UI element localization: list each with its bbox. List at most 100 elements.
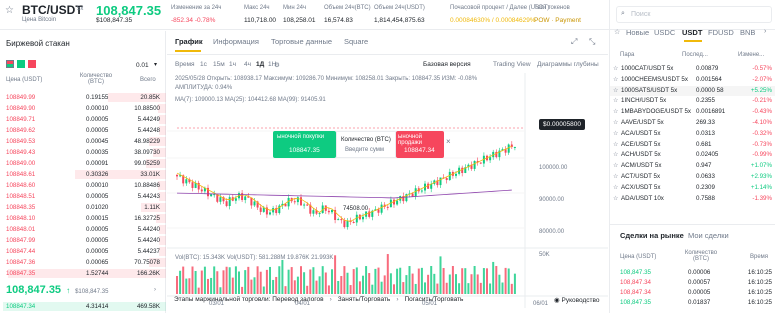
symbol-title[interactable]: BTC/USDT: [22, 3, 83, 17]
indicator-icon[interactable]: ⚙: [274, 61, 280, 69]
ask-row[interactable]: 108847.35 1.52744 166.26K: [0, 268, 166, 279]
fullscreen-icon[interactable]: ⤢: [571, 37, 577, 47]
ask-row[interactable]: 108849.99 0.19155 20.85K: [0, 92, 166, 103]
ask-row[interactable]: 108849.62 0.00005 5.44248: [0, 125, 166, 136]
interval-2[interactable]: 15м: [213, 61, 225, 68]
quick-qty-field[interactable]: Количество (BTC) Введите сумм: [336, 131, 396, 158]
market-tab-bnb[interactable]: BNB: [740, 28, 755, 37]
quick-buy-button[interactable]: ыночной покупки 108847.35: [273, 131, 336, 158]
market-row[interactable]: ☆ ACE/USDT 5x 0.681 -0.73%: [610, 140, 775, 151]
market-tab-новые[interactable]: Новые: [626, 28, 649, 37]
view-tab-2[interactable]: Диаграммы глубины: [537, 61, 599, 68]
ask-row[interactable]: 108847.99 0.00005 5.44240: [0, 235, 166, 246]
ask-row[interactable]: 108848.51 0.00005 5.44243: [0, 191, 166, 202]
markets-col-pair[interactable]: Пара: [620, 52, 634, 58]
tab-square[interactable]: Square: [344, 37, 368, 46]
margin-step-repay[interactable]: Погасить/Торговать: [404, 296, 463, 303]
book-both-icon[interactable]: [6, 60, 14, 68]
ask-price: 108849.00: [6, 160, 36, 167]
star-filter-icon[interactable]: ☆: [614, 28, 620, 36]
chevron-right-icon[interactable]: ›: [764, 28, 766, 35]
bid-row[interactable]: 108847.34 4.31414 469.58K: [0, 301, 166, 312]
guide-link[interactable]: ◉ Руководство: [554, 296, 599, 304]
quick-sell-button[interactable]: ыночной продажи 108847.34: [396, 131, 444, 158]
volume-bar: [238, 271, 240, 294]
interval-1[interactable]: 1с: [200, 61, 207, 68]
ask-row[interactable]: 108849.71 0.00005 5.44249: [0, 114, 166, 125]
market-row[interactable]: ☆ AAVE/USDT 5x 269.33 -4.10%: [610, 118, 775, 129]
symbol-subtitle[interactable]: Цена Bitcoin: [22, 17, 56, 23]
market-row[interactable]: ☆ 1000SATS/USDT 5x 0.0000 58 +5.25%: [610, 85, 775, 97]
candle-body: [414, 188, 417, 197]
pair-search-input[interactable]: ⌕ Поиск: [616, 6, 772, 23]
favorite-star-icon[interactable]: ☆: [613, 195, 618, 202]
interval-0[interactable]: Время: [175, 61, 195, 68]
favorite-star-icon[interactable]: ☆: [613, 119, 618, 126]
view-tab-1[interactable]: Trading View: [493, 61, 531, 68]
market-row[interactable]: ☆ ACA/USDT 5x 0.0313 -0.32%: [610, 129, 775, 140]
favorite-star-icon[interactable]: ☆: [613, 130, 618, 137]
favorite-star-icon[interactable]: ☆: [613, 184, 618, 191]
market-price: 0.2355: [696, 97, 715, 105]
candlestick-chart[interactable]: 100000.0090000.0080000.0050K03/01 04/01 05…: [167, 73, 608, 308]
book-bids-icon[interactable]: [17, 60, 25, 68]
interval-4[interactable]: 4ч: [244, 61, 251, 68]
market-row[interactable]: ☆ 1000CAT/USDT 5x 0.00879 -0.57%: [610, 64, 775, 75]
tab-market-trades[interactable]: Сделки на рынке: [620, 231, 684, 240]
ask-row[interactable]: 108847.36 0.00065 70.75078: [0, 257, 166, 268]
market-tab-usdc[interactable]: USDC: [654, 28, 675, 37]
favorite-star-icon[interactable]: ☆: [613, 97, 618, 104]
tab-info[interactable]: Информация: [213, 37, 259, 46]
market-price: 0.0633: [696, 173, 715, 180]
interval-5[interactable]: 1Д: [256, 61, 264, 68]
ask-row[interactable]: 108849.90 0.00010 10.88500: [0, 103, 166, 114]
expand-icon[interactable]: ⤡: [589, 37, 595, 47]
favorite-star-icon[interactable]: ☆: [613, 173, 618, 180]
market-row[interactable]: ☆ 1MBABYDOGE/USDT 5x 0.0016891 -0.43%: [610, 107, 775, 118]
favorite-star-icon[interactable]: ☆: [613, 87, 618, 94]
ask-row[interactable]: 108849.43 0.00035 38.09730: [0, 147, 166, 158]
market-row[interactable]: ☆ ACH/USDT 5x 0.02405 -0.99%: [610, 150, 775, 161]
ask-row[interactable]: 108848.01 0.00005 5.44240: [0, 224, 166, 235]
order-book-title: Биржевой стакан: [6, 39, 70, 48]
favorite-star-icon[interactable]: ☆: [613, 162, 618, 169]
margin-step-transfer[interactable]: Этапы маржинальной торговли: Перевод зал…: [174, 296, 324, 303]
favorite-star-icon[interactable]: ☆: [613, 151, 618, 158]
market-tab-fdusd[interactable]: FDUSD: [708, 28, 734, 37]
market-row[interactable]: ☆ 1000CHEEMS/USDT 5x 0.001564 -2.07%: [610, 75, 775, 86]
tab-my-trades[interactable]: Мои сделки: [688, 231, 729, 240]
market-row[interactable]: ☆ 1INCH/USDT 5x 0.2355 -0.21%: [610, 96, 775, 107]
market-row[interactable]: ☆ ADA/USDT 10x 0.7588 -1.39%: [610, 194, 775, 205]
ask-row[interactable]: 108848.35 0.01020 1.11K: [0, 202, 166, 213]
ask-row[interactable]: 108848.61 0.30326 33.01K: [0, 169, 166, 180]
ask-row[interactable]: 108849.00 0.00091 99.05259: [0, 158, 166, 169]
market-tab-usdt[interactable]: USDT: [682, 28, 702, 37]
market-row[interactable]: ☆ ACM/USDT 5x 0.947 +1.07%: [610, 161, 775, 172]
stat-value: POW · Payment: [534, 17, 581, 24]
market-row[interactable]: ☆ ACX/USDT 5x 0.2309 +1.14%: [610, 183, 775, 194]
favorite-star-icon[interactable]: ☆: [5, 5, 14, 16]
view-tab-0[interactable]: Базовая версия: [423, 61, 471, 68]
favorite-star-icon[interactable]: ☆: [613, 141, 618, 148]
tab-chart[interactable]: График: [175, 37, 203, 46]
stat-label: Объем 24ч(USDT): [374, 5, 425, 11]
interval-3[interactable]: 1ч: [229, 61, 236, 68]
tab-trading-data[interactable]: Торговые данные: [271, 37, 332, 46]
book-asks-icon[interactable]: [28, 60, 36, 68]
favorite-star-icon[interactable]: ☆: [613, 76, 618, 83]
chevron-right-icon[interactable]: ›: [154, 287, 156, 293]
markets-col-price[interactable]: Послед...: [682, 52, 708, 58]
ask-row[interactable]: 108849.53 0.00045 48.98229: [0, 136, 166, 147]
ask-row[interactable]: 108847.44 0.00005 5.44237: [0, 246, 166, 257]
markets-col-change[interactable]: Измене...: [738, 52, 764, 58]
market-row[interactable]: ☆ ACT/USDT 5x 0.0633 +2.93%: [610, 172, 775, 183]
ask-row[interactable]: 108848.10 0.00015 16.32725: [0, 213, 166, 224]
margin-step-borrow[interactable]: Занять/Торговать: [338, 296, 391, 303]
close-icon[interactable]: ×: [446, 137, 451, 146]
chevron-down-icon[interactable]: ▾: [154, 61, 157, 68]
favorite-star-icon[interactable]: ☆: [613, 108, 618, 115]
book-precision-select[interactable]: 0.01: [136, 62, 149, 69]
ask-row[interactable]: 108848.60 0.00010 10.88486: [0, 180, 166, 191]
trade-qty: 0.00057: [688, 279, 711, 286]
favorite-star-icon[interactable]: ☆: [613, 65, 618, 72]
